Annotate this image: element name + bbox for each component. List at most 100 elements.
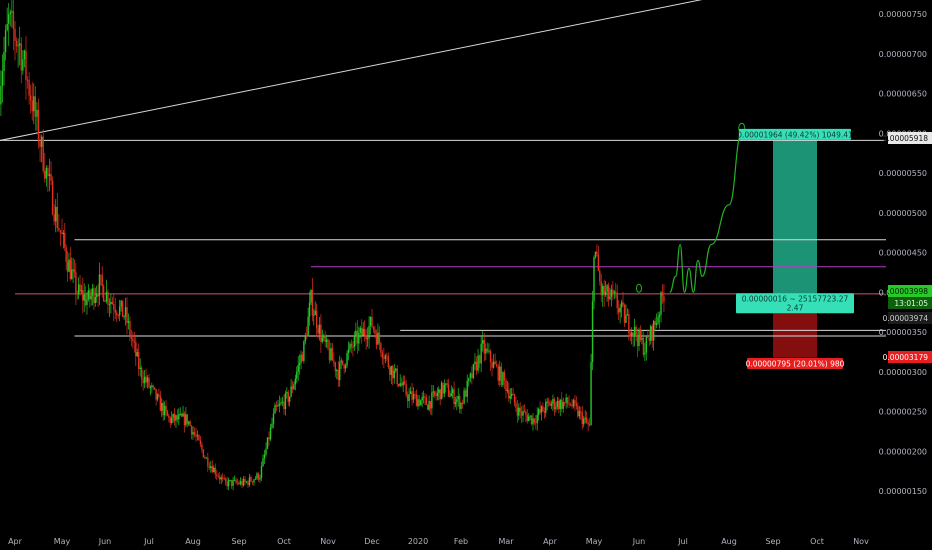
candle-body [28, 80, 30, 96]
candle-body [515, 402, 517, 408]
candle-body [186, 414, 189, 424]
candle-body [488, 350, 490, 352]
candle-body [290, 386, 292, 397]
x-tick-label: May [54, 537, 71, 546]
candle-body [220, 477, 222, 480]
candle-body [26, 79, 29, 81]
candle-body [211, 466, 213, 473]
candle-body [616, 294, 618, 309]
candle-body [204, 457, 206, 459]
candle-body [183, 413, 186, 426]
candle-body [471, 373, 473, 379]
candle-body [45, 167, 48, 179]
candle-body [625, 315, 627, 323]
candle-body [175, 415, 177, 421]
candle-body [456, 399, 458, 402]
candle-body [355, 330, 357, 336]
candle-body [615, 291, 617, 295]
y-tick-label: 0.00000200 [879, 447, 927, 456]
candle-body [424, 396, 426, 398]
candle-body [321, 337, 324, 342]
x-tick-label: Oct [277, 537, 291, 546]
candle-body [315, 310, 318, 329]
candle-body [422, 396, 425, 398]
candle-body [596, 251, 598, 255]
candle-body [9, 12, 11, 15]
candle-body [450, 393, 452, 397]
candle-body [159, 396, 162, 411]
candle-body [250, 477, 252, 482]
candle-body [280, 402, 282, 404]
candle-body [555, 407, 557, 410]
position-tool[interactable] [773, 140, 817, 358]
candle-body [288, 396, 291, 402]
candle-body [65, 247, 67, 262]
candle-body [558, 400, 560, 410]
candle-body [118, 306, 121, 316]
candle-body [195, 434, 197, 437]
candle-body [648, 337, 650, 341]
candle-body [520, 411, 523, 416]
candle-body [161, 402, 163, 411]
candle-body [398, 384, 400, 386]
candle-body [291, 386, 294, 390]
candle-body [425, 397, 428, 405]
candle-body [431, 392, 433, 409]
candle-body [593, 257, 595, 302]
candle-body [310, 290, 312, 303]
candle-body [171, 417, 173, 423]
candle-body [251, 481, 254, 483]
candle-body [454, 401, 457, 405]
candle-body [623, 304, 626, 323]
candle-body [451, 389, 454, 394]
candle-body [233, 479, 236, 481]
candle-body [642, 337, 645, 355]
y-tick-label: 0.00000650 [879, 90, 927, 99]
candle-body [208, 466, 211, 468]
y-tick-label: 0.00000450 [879, 249, 927, 258]
candle-body [494, 361, 496, 365]
profit-zone [773, 140, 817, 301]
candle-body [83, 294, 85, 301]
candle-body [607, 285, 610, 300]
candle-body [604, 291, 607, 296]
candle-body [313, 314, 315, 316]
candle-body [445, 383, 447, 385]
candle-body [217, 475, 219, 477]
candle-body [535, 422, 537, 424]
candle-body [406, 394, 409, 402]
candle-body [341, 360, 344, 365]
candle-body [377, 332, 379, 345]
candle-body [323, 335, 325, 338]
price-tag-text: 13:01:05 [894, 299, 928, 308]
candle-body [100, 274, 102, 276]
candle-body [584, 417, 586, 419]
candle-body [151, 385, 153, 388]
candle-body [193, 432, 196, 435]
candle-body [556, 400, 559, 408]
candle-body [565, 397, 567, 403]
candle-body [79, 284, 81, 292]
x-tick-label: Apr [8, 537, 23, 546]
candle-body [546, 401, 548, 403]
candle-body [47, 167, 49, 177]
candle-body [15, 40, 18, 46]
candle-body [502, 372, 504, 386]
candle-body [166, 410, 169, 416]
candle-body [178, 414, 180, 420]
candle-body [383, 357, 385, 359]
candle-body [506, 389, 509, 391]
candle-body [572, 400, 575, 407]
candle-body [400, 383, 403, 386]
candle-body [523, 410, 526, 412]
candle-body [438, 389, 440, 393]
candle-body [75, 272, 77, 294]
candle-body [42, 136, 44, 171]
candle-body [477, 355, 479, 371]
candle-body [393, 370, 395, 379]
candle-body [145, 376, 147, 383]
candle-body [121, 300, 124, 317]
candle-body [105, 291, 108, 302]
price-chart[interactable]: 0.00001964 (49.42%) 1049.41 0.00000016 ~ … [0, 0, 932, 550]
candle-body [114, 309, 116, 313]
